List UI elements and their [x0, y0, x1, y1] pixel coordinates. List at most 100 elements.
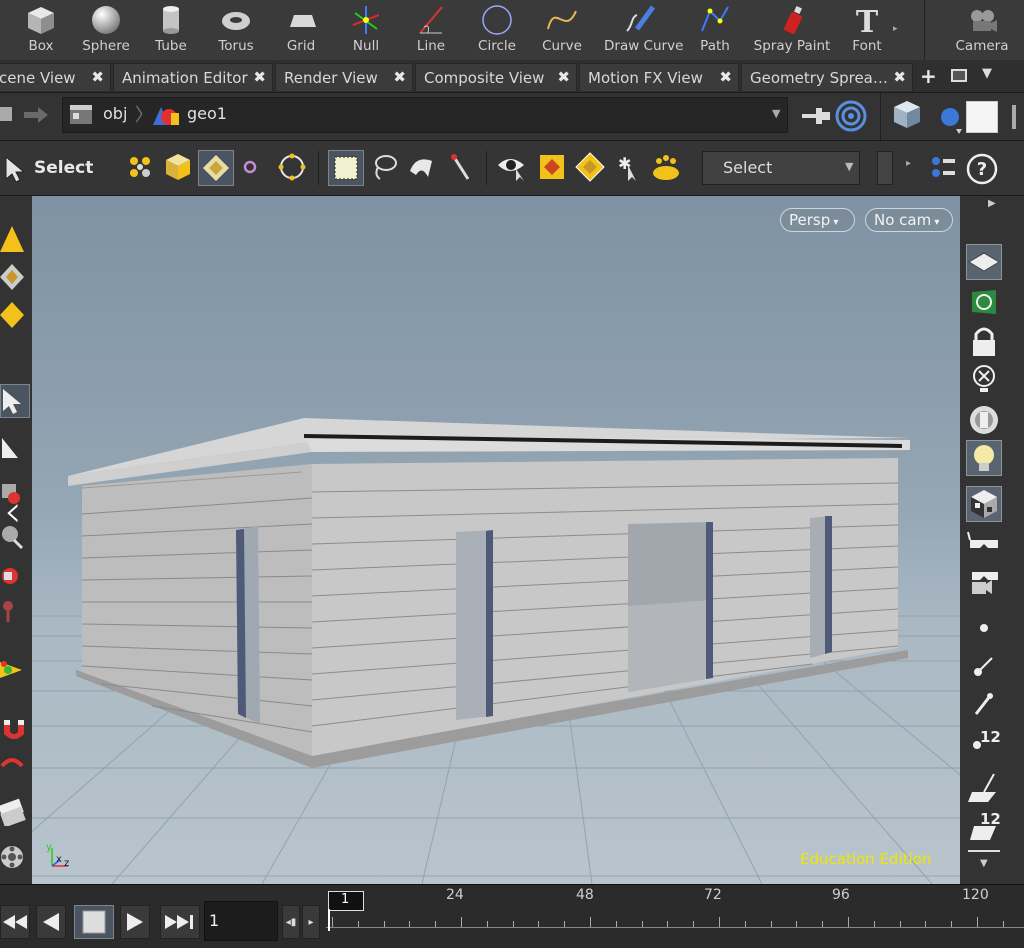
- help-icon[interactable]: ?: [966, 153, 998, 185]
- shelf-tool-circle[interactable]: Circle: [465, 0, 529, 60]
- object-display-icon[interactable]: [890, 98, 924, 132]
- back-arrow-icon[interactable]: [0, 107, 12, 121]
- normal-lighting-icon[interactable]: [966, 402, 1002, 438]
- shelf-tool-box[interactable]: Box: [9, 0, 73, 60]
- camera-menu-button[interactable]: No cam ▾: [865, 208, 953, 232]
- select-tool-label[interactable]: Select: [34, 158, 93, 178]
- tab-scene-view[interactable]: cene View ✖: [0, 63, 111, 91]
- network-path-field[interactable]: obj 〉 geo1 ▼: [62, 97, 788, 133]
- scale-tool-icon[interactable]: [0, 522, 24, 552]
- scene-viewport[interactable]: Persp ▾ No cam ▾ y x z Education Edition: [32, 196, 960, 884]
- chevron-down-icon[interactable]: ▼: [980, 858, 988, 869]
- shelf-tool-sphere[interactable]: Sphere: [74, 0, 138, 60]
- headlight-off-icon[interactable]: [966, 362, 1002, 398]
- snap-options-button[interactable]: [877, 151, 893, 185]
- select-geometry-icon[interactable]: [162, 151, 194, 183]
- toolbar-overflow-icon[interactable]: [1012, 105, 1016, 129]
- primitive-numbers-button[interactable]: 12: [966, 808, 1002, 844]
- shelf-tool-path[interactable]: Path: [683, 0, 747, 60]
- step-forward-button[interactable]: ▸: [302, 905, 320, 939]
- shelf-tool-line[interactable]: Line: [399, 0, 463, 60]
- pane-layout-icon[interactable]: [951, 69, 967, 82]
- play-forward-button[interactable]: [120, 905, 150, 939]
- close-icon[interactable]: ✖: [91, 68, 104, 86]
- primitive-normals-icon[interactable]: [966, 768, 1002, 804]
- play-reverse-button[interactable]: [36, 905, 66, 939]
- stop-button[interactable]: [74, 905, 114, 939]
- tab-geometry-spreadsheet[interactable]: Geometry Sprea… ✖: [741, 63, 913, 91]
- box-select-button[interactable]: [328, 150, 364, 186]
- shelf-tool-torus[interactable]: Torus: [204, 0, 268, 60]
- shadows-button[interactable]: [966, 486, 1002, 522]
- close-icon[interactable]: ✖: [557, 68, 570, 86]
- path-root-label[interactable]: obj: [103, 104, 127, 123]
- background-color-swatch[interactable]: [966, 101, 998, 133]
- shelf-tool-tube[interactable]: Tube: [139, 0, 203, 60]
- shelf-tool-draw-curve[interactable]: Draw Curve: [604, 0, 683, 60]
- perspective-menu-button[interactable]: Persp ▾: [780, 208, 855, 232]
- shelf-tool-curve[interactable]: Curve: [530, 0, 594, 60]
- shelf-tool-camera[interactable]: Camera: [950, 0, 1014, 60]
- select-edges-icon[interactable]: [276, 151, 308, 183]
- jump-to-start-button[interactable]: [0, 905, 30, 939]
- select-groups-icon[interactable]: [650, 151, 682, 183]
- tab-menu-chevron-down-icon[interactable]: ▼: [982, 66, 992, 81]
- jump-to-end-button[interactable]: [160, 905, 200, 939]
- primitive-handle-icon[interactable]: [0, 262, 24, 292]
- link-network-icon[interactable]: [834, 99, 868, 133]
- point-normals-icon[interactable]: [966, 648, 1002, 684]
- contained-select-icon[interactable]: [536, 151, 568, 183]
- select-points-icon[interactable]: [236, 151, 268, 183]
- vertex-normals-icon[interactable]: [966, 686, 1002, 722]
- shelf-tool-font[interactable]: T Font: [835, 0, 899, 60]
- view-tool-icon[interactable]: [0, 654, 24, 684]
- shelf-scroll-arrow-icon[interactable]: ▸: [893, 24, 898, 34]
- timeline-ruler[interactable]: 24 48 72 96 120 1: [326, 885, 1024, 948]
- path-node-label[interactable]: geo1: [187, 104, 227, 123]
- strip-expand-icon[interactable]: ▶: [988, 198, 996, 209]
- uv-display-icon[interactable]: [966, 284, 1002, 320]
- flipbook-reel-icon[interactable]: [0, 842, 26, 872]
- close-icon[interactable]: ✖: [719, 68, 732, 86]
- handle-tool-icon[interactable]: [0, 224, 24, 254]
- path-dropdown-chevron-down-icon[interactable]: ▼: [772, 107, 780, 120]
- display-options-icon[interactable]: [928, 153, 958, 183]
- frame-marker[interactable]: 1: [328, 891, 364, 911]
- grid-snap-icon[interactable]: [0, 748, 24, 778]
- select-primitives-button[interactable]: [198, 150, 234, 186]
- close-icon[interactable]: ✖: [393, 68, 406, 86]
- select-arrow-icon[interactable]: [4, 155, 28, 183]
- magnet-snap-icon[interactable]: [0, 716, 28, 746]
- close-icon[interactable]: ✖: [253, 68, 266, 86]
- select-by-connectivity-icon[interactable]: ✱: [612, 151, 644, 183]
- render-region-icon[interactable]: [0, 796, 26, 826]
- display-ground-button[interactable]: [966, 244, 1002, 280]
- visible-only-eye-icon[interactable]: [496, 151, 528, 183]
- shelf-tool-spray-paint[interactable]: Spray Paint: [752, 0, 832, 60]
- forward-arrow-icon[interactable]: [22, 105, 50, 125]
- add-tab-icon[interactable]: +: [920, 64, 937, 88]
- point-numbers-button[interactable]: 12: [966, 726, 1002, 762]
- current-frame-field[interactable]: 1: [204, 901, 278, 941]
- area-select-icon[interactable]: [574, 151, 606, 183]
- selection-mode-dropdown[interactable]: Select ▼: [702, 151, 860, 185]
- tab-render-view[interactable]: Render View ✖: [275, 63, 413, 91]
- shelf-tool-grid[interactable]: Grid: [269, 0, 333, 60]
- pose-tool-icon[interactable]: [0, 596, 24, 626]
- step-back-button[interactable]: ◂▮: [282, 905, 300, 939]
- tab-motion-fx-view[interactable]: Motion FX View ✖: [579, 63, 739, 91]
- select-mode-button[interactable]: [0, 384, 30, 418]
- lasso-select-icon[interactable]: [368, 151, 400, 183]
- transform-handle-icon[interactable]: [0, 562, 24, 592]
- lock-camera-icon[interactable]: [966, 324, 1002, 360]
- shelf-tool-null[interactable]: Null: [334, 0, 398, 60]
- shading-sphere-icon[interactable]: [936, 101, 964, 135]
- laser-select-icon[interactable]: [444, 151, 476, 183]
- select-objects-icon[interactable]: [124, 151, 156, 183]
- close-icon[interactable]: ✖: [893, 68, 906, 86]
- move-tool-icon[interactable]: [0, 434, 24, 464]
- edit-handle-icon[interactable]: [0, 300, 24, 330]
- stereo-glasses-icon[interactable]: [966, 526, 1002, 562]
- toolbar-more-icon[interactable]: ▸: [906, 158, 911, 169]
- tab-composite-view[interactable]: Composite View ✖: [415, 63, 577, 91]
